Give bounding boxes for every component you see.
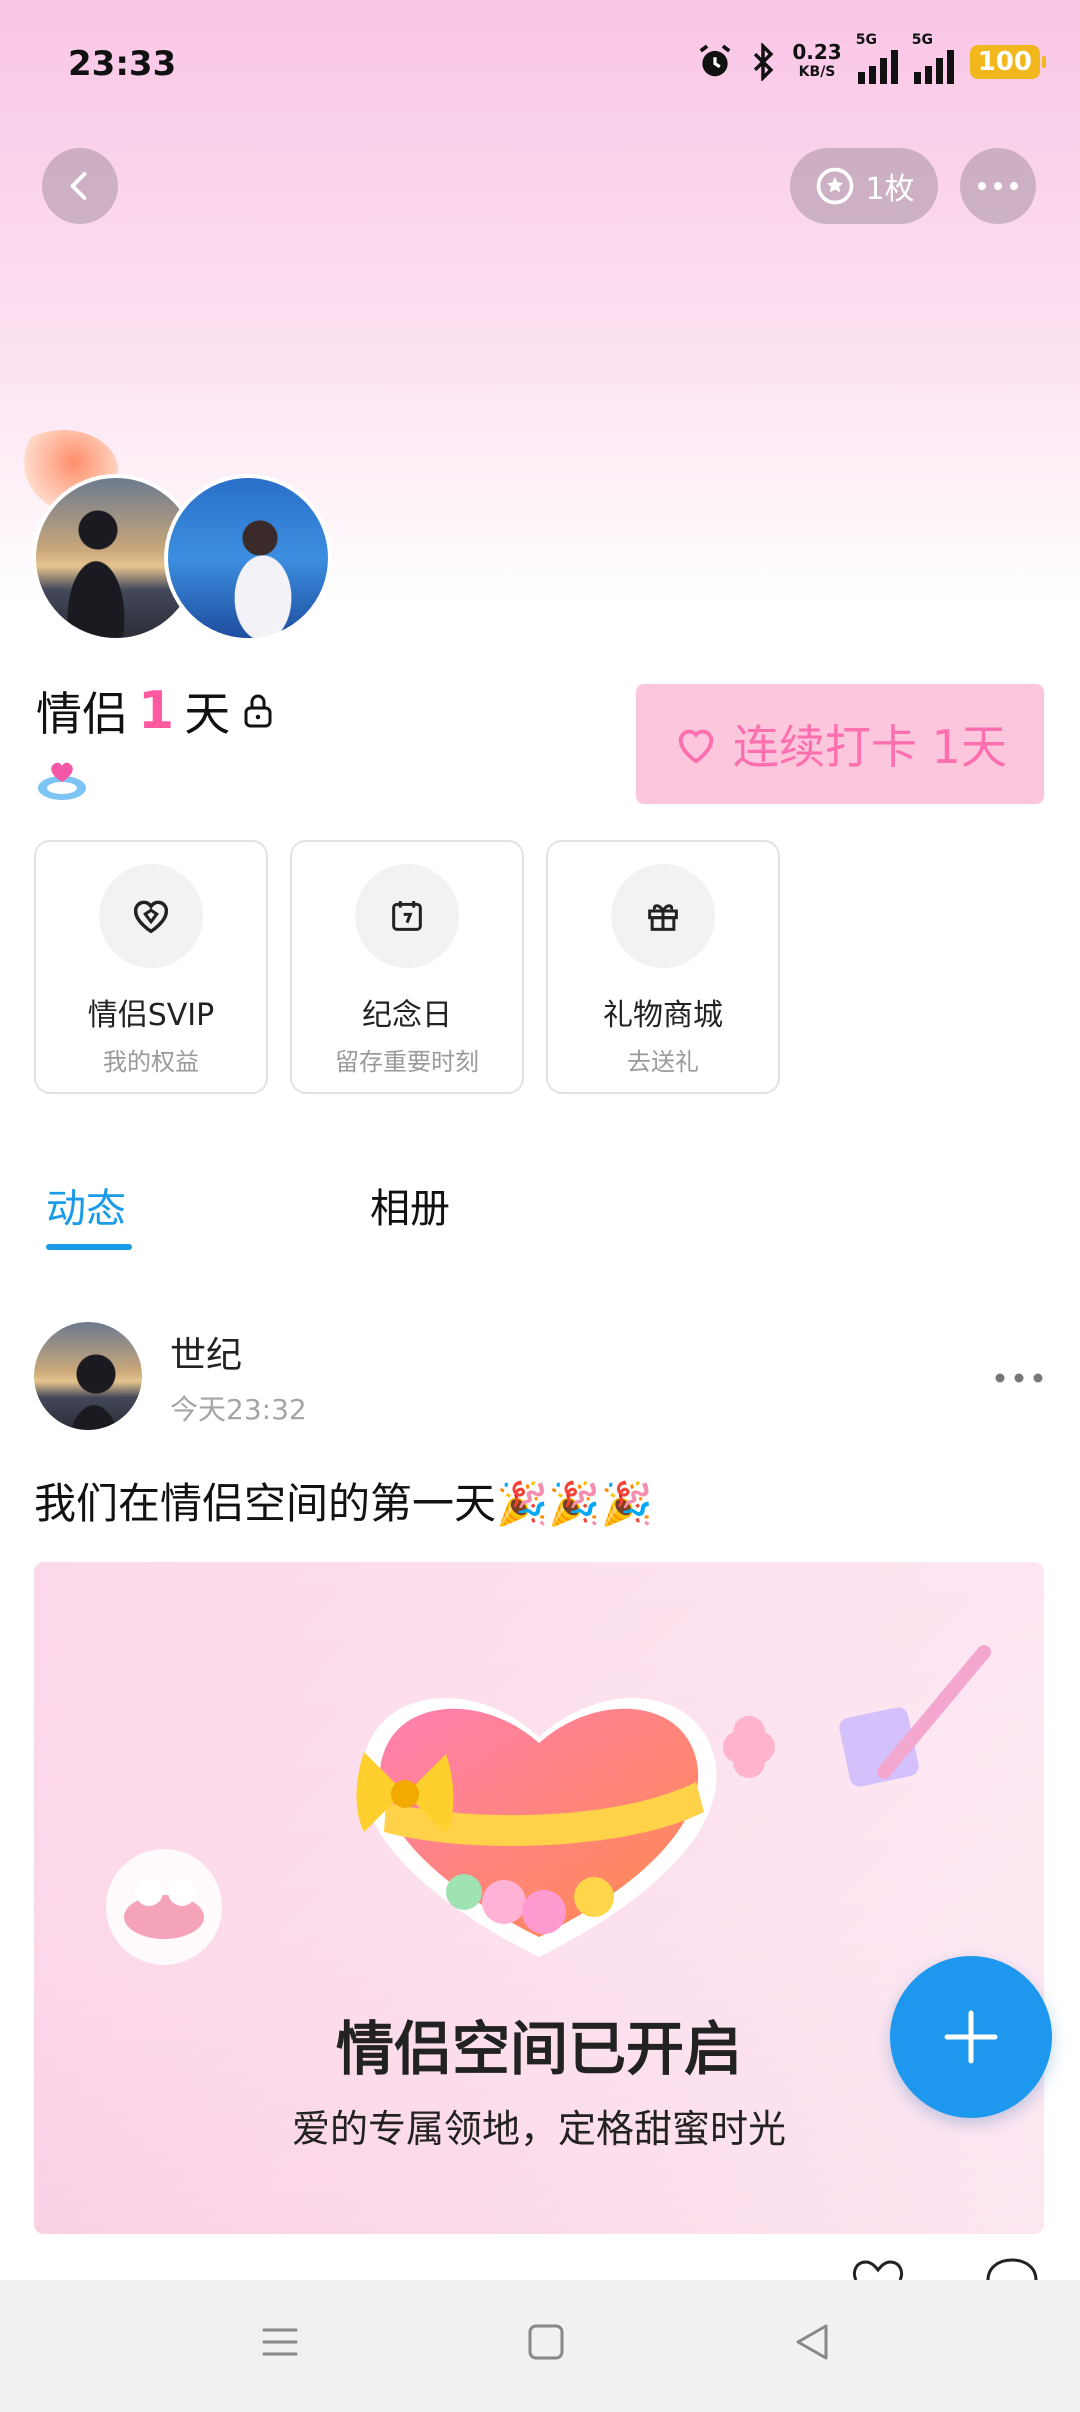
icon-circle bbox=[355, 864, 459, 968]
card-svip[interactable]: 情侣SVIP 我的权益 bbox=[34, 840, 268, 1094]
menu-icon[interactable] bbox=[258, 2320, 302, 2364]
status-time: 23:33 bbox=[68, 44, 177, 84]
lock-icon[interactable] bbox=[240, 691, 276, 731]
post-more-button[interactable] bbox=[994, 1348, 1044, 1394]
avatar[interactable] bbox=[34, 1322, 142, 1430]
card-title: 纪念日 bbox=[362, 998, 452, 1033]
badge-count-button[interactable]: 1枚 bbox=[790, 148, 938, 224]
card-title: 礼物商城 bbox=[603, 998, 723, 1033]
add-post-button[interactable] bbox=[890, 1956, 1052, 2118]
back-triangle-icon[interactable] bbox=[790, 2320, 834, 2364]
alarm-icon bbox=[699, 44, 731, 77]
calendar-icon bbox=[392, 901, 422, 931]
checkin-label: 连续打卡 1天 bbox=[733, 720, 1007, 774]
tab-feed[interactable]: 动态 bbox=[46, 1176, 126, 1234]
title-prefix: 情侣 bbox=[36, 687, 128, 741]
tab-album[interactable]: 相册 bbox=[370, 1176, 450, 1234]
more-dots-icon bbox=[995, 1373, 1043, 1383]
chevron-left-icon bbox=[70, 172, 87, 200]
bluetooth-icon bbox=[754, 43, 774, 81]
system-nav-bar bbox=[0, 2280, 1080, 2412]
badge-count-label: 1枚 bbox=[865, 172, 915, 207]
heart-diamond-icon bbox=[133, 900, 169, 934]
card-subtitle: 去送礼 bbox=[627, 1048, 699, 1076]
post-time: 今天23:32 bbox=[170, 1393, 307, 1426]
banner-subtitle: 爱的专属领地，定格甜蜜时光 bbox=[291, 2107, 786, 2151]
days-number: 1 bbox=[138, 681, 175, 741]
sticker-icon bbox=[817, 167, 854, 205]
status-icons: 0.23 KB/S 5G 5G 100 bbox=[696, 32, 1047, 84]
post-text: 我们在情侣空间的第一天🎉🎉🎉 bbox=[34, 1479, 653, 1528]
card-subtitle: 留存重要时刻 bbox=[335, 1048, 479, 1076]
ring-icon[interactable] bbox=[34, 752, 90, 804]
days-suffix: 天 bbox=[184, 687, 231, 741]
card-subtitle: 我的权益 bbox=[103, 1048, 199, 1076]
signal-icon: 5G bbox=[912, 32, 954, 84]
back-button[interactable] bbox=[42, 148, 118, 224]
checkin-button[interactable]: 连续打卡 1天 bbox=[636, 684, 1044, 804]
heart-outline-icon bbox=[678, 729, 714, 764]
couple-days-title: 情侣 1 天 bbox=[36, 678, 276, 744]
more-button[interactable] bbox=[960, 148, 1036, 224]
partner-avatar[interactable] bbox=[164, 474, 332, 642]
plus-icon bbox=[944, 2010, 998, 2064]
gift-icon bbox=[648, 904, 678, 931]
card-gift-shop[interactable]: 礼物商城 去送礼 bbox=[546, 840, 780, 1094]
icon-circle bbox=[611, 864, 715, 968]
card-title: 情侣SVIP bbox=[87, 998, 215, 1033]
battery-indicator: 100 bbox=[969, 45, 1047, 79]
icon-circle bbox=[99, 864, 203, 968]
home-icon[interactable] bbox=[524, 2320, 568, 2364]
comment-icon[interactable] bbox=[982, 2256, 1042, 2280]
post-author[interactable]: 世纪 bbox=[170, 1326, 242, 1378]
post-banner-image[interactable]: 情侣空间已开启 爱的专属领地，定格甜蜜时光 bbox=[34, 1562, 1044, 2234]
tab-indicator bbox=[46, 1244, 132, 1250]
like-icon[interactable] bbox=[848, 2256, 908, 2280]
card-anniversary[interactable]: 纪念日 留存重要时刻 bbox=[290, 840, 524, 1094]
net-speed: 0.23 KB/S bbox=[792, 40, 842, 80]
signal-icon: 5G bbox=[856, 32, 898, 84]
more-dots-icon bbox=[978, 182, 1018, 190]
